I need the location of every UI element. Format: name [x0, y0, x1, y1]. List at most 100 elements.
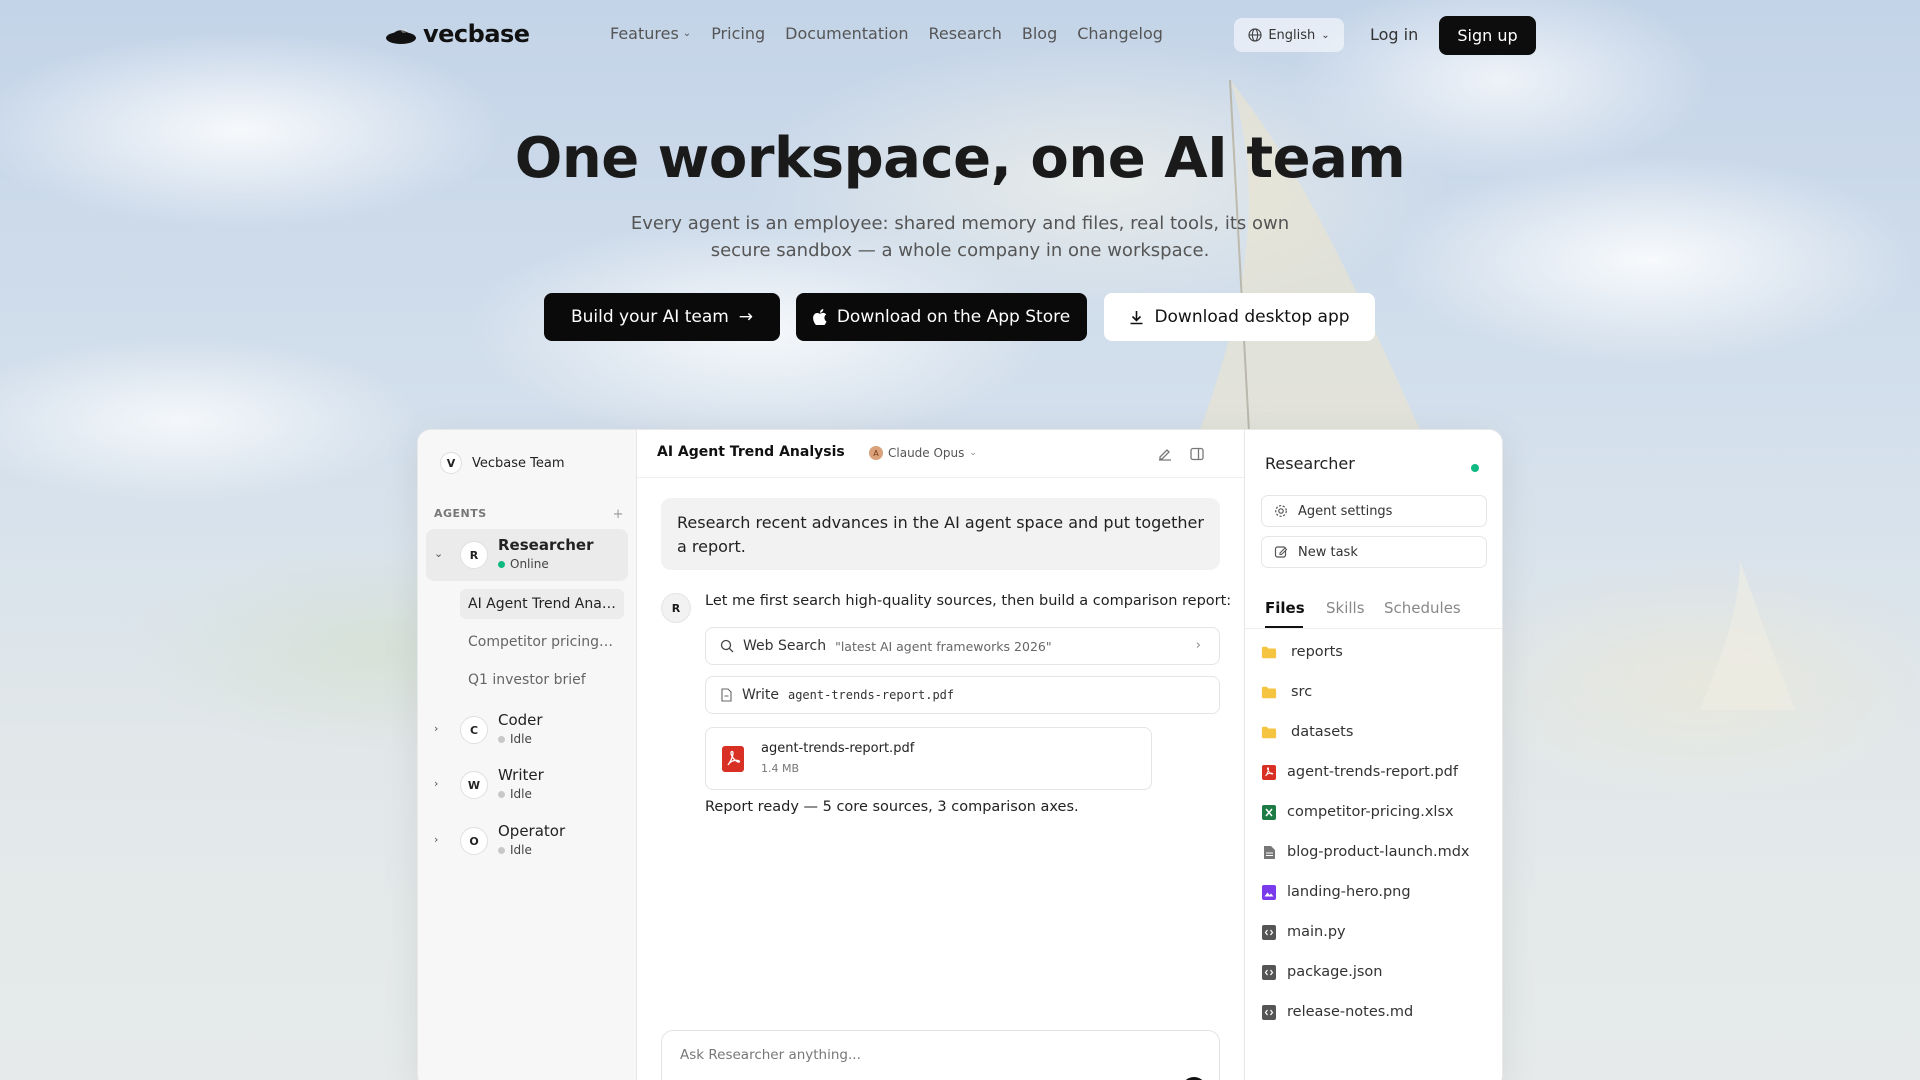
- new-task-label: New task: [1298, 544, 1358, 560]
- status-dot: [498, 790, 505, 798]
- nav-link-documentation[interactable]: Documentation: [785, 24, 908, 43]
- team-name: Vecbase Team: [472, 455, 565, 471]
- file-name: blog-product-launch.mdx: [1287, 844, 1470, 860]
- active-tab-indicator: [1265, 626, 1303, 628]
- status-label: Online: [510, 557, 549, 571]
- file-item[interactable]: blog-product-launch.mdx: [1261, 844, 1470, 860]
- nav-link-label: Features: [610, 24, 679, 43]
- avatar: C: [460, 716, 488, 744]
- status-label: Idle: [510, 843, 532, 857]
- chevron-right-icon[interactable]: ›: [434, 777, 438, 790]
- agent-name: Researcher: [498, 536, 594, 554]
- app-store-button[interactable]: Download on the App Store: [796, 293, 1087, 341]
- nav-link-pricing[interactable]: Pricing: [711, 24, 765, 43]
- status-label: Idle: [510, 787, 532, 801]
- edit-icon[interactable]: [1157, 446, 1173, 462]
- task-item[interactable]: AI Agent Trend Analysis: [460, 589, 624, 619]
- file-name: competitor-pricing.xlsx: [1287, 804, 1454, 820]
- sidebar-agent-operator[interactable]: › O Operator Idle: [426, 815, 628, 867]
- language-selector[interactable]: English ⌄: [1234, 18, 1344, 52]
- nav-link-blog[interactable]: Blog: [1022, 24, 1057, 43]
- tab-skills[interactable]: Skills: [1326, 599, 1365, 617]
- task-item[interactable]: Competitor pricing analysis: [460, 627, 624, 657]
- file-name: reports: [1291, 644, 1343, 660]
- status-dot: [498, 846, 505, 854]
- folder-icon: [1261, 644, 1277, 660]
- arrow-right-icon: →: [738, 307, 754, 327]
- user-message: Research recent advances in the AI agent…: [661, 498, 1220, 570]
- download-icon: [1130, 310, 1143, 324]
- file-item[interactable]: competitor-pricing.xlsx: [1261, 804, 1454, 820]
- pdf-icon: [722, 746, 744, 772]
- sidebar-agent-researcher[interactable]: ⌄ R Researcher Online: [426, 529, 628, 581]
- file-item[interactable]: agent-trends-report.pdf: [1261, 764, 1458, 780]
- write-file-step[interactable]: Write agent-trends-report.pdf: [705, 676, 1220, 714]
- file-item[interactable]: landing-hero.png: [1261, 884, 1411, 900]
- file-item[interactable]: release-notes.md: [1261, 1004, 1413, 1020]
- written-file: agent-trends-report.pdf: [787, 688, 955, 702]
- edit-icon: [1274, 546, 1288, 558]
- build-team-button[interactable]: Build your AI team →: [544, 293, 780, 341]
- file-item[interactable]: reports: [1261, 644, 1343, 660]
- status-dot: [1471, 464, 1479, 472]
- gear-icon: [1275, 505, 1287, 517]
- language-label: English: [1268, 27, 1316, 43]
- agent-settings-button[interactable]: Agent settings: [1261, 495, 1487, 527]
- sidebar-agent-coder[interactable]: › C Coder Idle: [426, 704, 628, 756]
- file-item[interactable]: src: [1261, 684, 1312, 700]
- logo[interactable]: vecbase: [385, 20, 530, 48]
- add-agent-icon[interactable]: +: [613, 507, 624, 522]
- agent-panel-title: Researcher: [1265, 454, 1355, 473]
- tool-label: Web Search: [743, 638, 827, 654]
- document-icon: [1261, 844, 1277, 860]
- code-icon: [1261, 1004, 1277, 1020]
- signup-button[interactable]: Sign up: [1439, 16, 1536, 55]
- file-attachment-card[interactable]: agent-trends-report.pdf 1.4 MB: [705, 727, 1152, 790]
- search-query: "latest AI agent frameworks 2026": [835, 638, 1052, 654]
- chevron-down-icon[interactable]: ⌄: [434, 547, 443, 560]
- tab-schedules[interactable]: Schedules: [1384, 599, 1461, 617]
- agent-status: Idle: [498, 843, 532, 857]
- agents-label: AGENTS: [434, 507, 487, 520]
- agent-name: Writer: [498, 766, 544, 784]
- file-item[interactable]: main.py: [1261, 924, 1346, 940]
- code-icon: [1261, 964, 1277, 980]
- chat-header: AI Agent Trend Analysis A Claude Opus ⌄: [637, 430, 1244, 478]
- chevron-right-icon[interactable]: ›: [434, 722, 438, 735]
- chat-input[interactable]: Ask Researcher anything...: [661, 1030, 1220, 1080]
- pdf-icon: [1261, 764, 1277, 780]
- agents-header: AGENTS +: [434, 507, 624, 522]
- file-name: package.json: [1287, 964, 1383, 980]
- file-name: src: [1291, 684, 1313, 700]
- chevron-right-icon[interactable]: ›: [434, 833, 438, 846]
- login-link[interactable]: Log in: [1370, 25, 1418, 44]
- avatar: R: [460, 541, 488, 569]
- status-dot: [498, 735, 505, 743]
- file-item[interactable]: datasets: [1261, 724, 1353, 740]
- file-name: landing-hero.png: [1287, 884, 1411, 900]
- team-avatar: V: [440, 452, 462, 474]
- file-item[interactable]: package.json: [1261, 964, 1382, 980]
- chat-panel: AI Agent Trend Analysis A Claude Opus ⌄ …: [637, 430, 1263, 1080]
- web-search-step[interactable]: Web Search "latest AI agent frameworks 2…: [705, 627, 1220, 665]
- status-label: Idle: [510, 732, 532, 746]
- tab-files[interactable]: Files: [1265, 599, 1305, 617]
- code-icon: [1261, 924, 1277, 940]
- sidebar-toggle-icon[interactable]: [1189, 446, 1205, 462]
- sidebar-agent-writer[interactable]: › W Writer Idle: [426, 759, 628, 811]
- team-switcher[interactable]: V Vecbase Team: [440, 452, 565, 474]
- nav-link-changelog[interactable]: Changelog: [1077, 24, 1163, 43]
- task-item[interactable]: Q1 investor brief: [460, 665, 624, 695]
- download-desktop-button[interactable]: Download desktop app: [1104, 293, 1375, 341]
- nav-link-features[interactable]: Features ⌄: [610, 24, 691, 43]
- logo-text: vecbase: [423, 20, 530, 48]
- new-task-button[interactable]: New task: [1261, 536, 1487, 568]
- app-preview-window: V Vecbase Team AGENTS + ⌄ R Researcher O…: [417, 429, 1503, 1080]
- model-selector[interactable]: A Claude Opus ⌄: [869, 446, 977, 460]
- hero-title: One workspace, one AI team: [514, 126, 1406, 191]
- folder-icon: [1261, 724, 1277, 740]
- file-name: release-notes.md: [1287, 1004, 1414, 1020]
- nav-link-research[interactable]: Research: [928, 24, 1001, 43]
- apple-icon: [812, 309, 827, 325]
- download-desktop-label: Download desktop app: [1154, 307, 1350, 327]
